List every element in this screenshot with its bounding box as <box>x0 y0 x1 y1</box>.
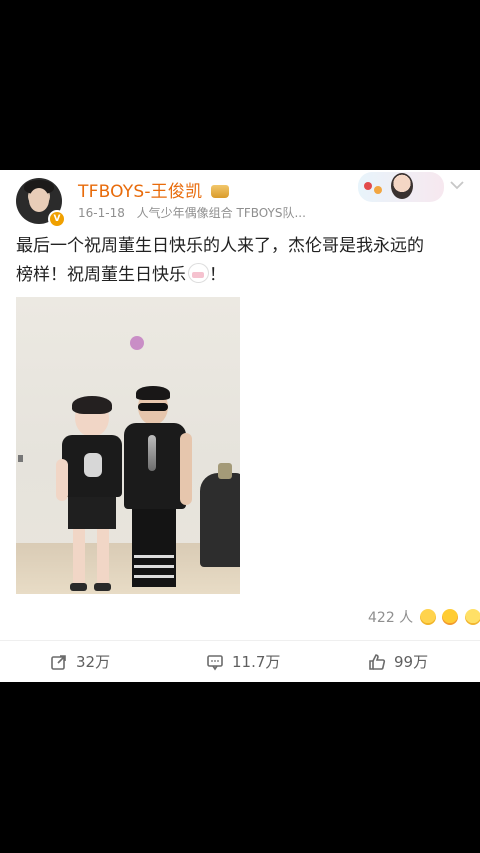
post-actions: 32万 11.7万 99万 <box>0 641 480 682</box>
post-text-line2-before: 榜样！祝周董生日快乐 <box>16 265 186 285</box>
decoration-avatar <box>391 173 413 199</box>
person-hair <box>136 386 170 400</box>
author-name-text[interactable]: TFBOYS-王俊凯 <box>78 182 202 202</box>
decoration-dot <box>374 186 382 194</box>
pants-stripe <box>134 575 174 578</box>
share-button[interactable]: 32万 <box>50 641 110 682</box>
pants-stripe <box>134 565 174 568</box>
weibo-post-card: V TFBOYS-王俊凯 16-1-18 人气少年偶像组合 TFBOYS队...… <box>0 170 480 682</box>
laugh-emoji-icon <box>419 609 436 625</box>
shirt-print <box>84 453 102 477</box>
person-arm <box>180 433 192 505</box>
birthday-cake-icon <box>188 263 209 283</box>
necklace <box>148 435 156 471</box>
wall-switch <box>18 455 23 462</box>
reaction-count: 422 人 <box>368 610 414 626</box>
person-shorts <box>68 497 116 529</box>
like-count: 99万 <box>394 653 429 671</box>
share-icon <box>51 654 66 670</box>
reaction-summary[interactable]: 422 人 <box>368 607 480 627</box>
person-shoe <box>70 583 87 591</box>
surprised-emoji-icon <box>464 609 480 625</box>
comment-button[interactable]: 11.7万 <box>206 641 280 682</box>
decoration-dot <box>364 182 372 190</box>
post-source: 人气少年偶像组合 TFBOYS队... <box>136 206 306 220</box>
post-photo[interactable] <box>16 297 240 594</box>
like-icon <box>369 653 386 670</box>
comment-icon <box>207 654 223 670</box>
post-text-line1: 最后一个祝周董生日快乐的人来了，杰伦哥是我永远的 <box>16 236 424 256</box>
header-decoration-image <box>358 172 444 202</box>
chevron-down-icon[interactable] <box>450 180 464 190</box>
avatar-face <box>29 188 49 212</box>
joy-emoji-icon <box>442 609 459 625</box>
post-text-line2-after: ！ <box>209 265 226 285</box>
author-name[interactable]: TFBOYS-王俊凯 <box>78 177 229 202</box>
share-count: 32万 <box>76 653 111 671</box>
person-leg <box>73 529 85 585</box>
comment-count: 11.7万 <box>232 653 281 671</box>
crown-badge-icon <box>210 185 229 198</box>
person-leg <box>97 529 109 585</box>
sunglasses <box>138 403 168 411</box>
like-button[interactable]: 99万 <box>368 641 428 682</box>
post-meta: 16-1-18 人气少年偶像组合 TFBOYS队... <box>78 204 306 221</box>
post-text: 最后一个祝周董生日快乐的人来了，杰伦哥是我永远的 榜样！祝周董生日快乐 ！ <box>16 232 464 290</box>
post-time: 16-1-18 <box>78 206 125 220</box>
person-left <box>56 396 124 594</box>
background-bags <box>200 463 240 567</box>
wall-light <box>130 336 144 350</box>
pants-stripe <box>134 555 174 558</box>
verified-badge-icon: V <box>48 210 66 228</box>
person-shoe <box>94 583 111 591</box>
person-right <box>118 386 198 594</box>
person-hair <box>72 396 112 414</box>
person-arm <box>56 459 68 501</box>
